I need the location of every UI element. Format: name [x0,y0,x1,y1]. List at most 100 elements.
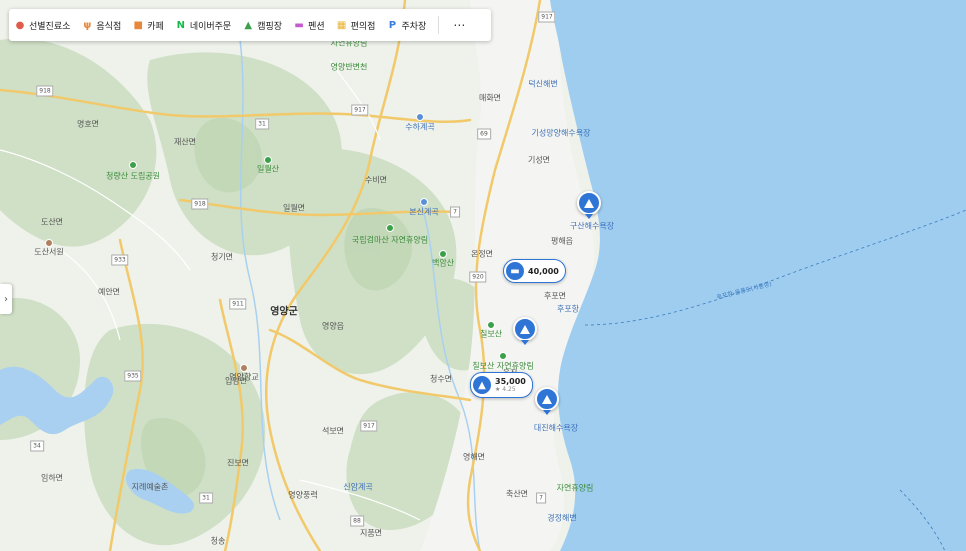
place-label: 임하면 [40,473,64,483]
category-screening-clinic[interactable]: ● 선별진료소 [9,9,76,41]
mountain-dot [487,321,495,329]
category-parking[interactable]: P 주차장 [381,9,432,41]
place-label: 후포면 [543,291,567,301]
poi-label: 지례예술촌 [131,482,169,492]
category-label: 네이버주문 [189,21,232,32]
route-number-7b: 7 [450,206,460,218]
place-label: 영해면 [462,452,486,462]
county-label: 영양군 [270,306,298,318]
landmark-dot [240,364,248,372]
chevron-right-icon: › [4,293,8,305]
place-label: 영양읍 [321,321,345,331]
place-label: 청송 [210,536,226,546]
poi-label: 본신계곡 [409,207,439,217]
poi-label: 일월산 [256,164,280,174]
place-label: 재산면 [173,137,197,147]
price-value: 35,000 [495,377,526,386]
place-label: 평해읍 [550,236,574,246]
forest-dot [499,352,507,360]
toolbar-divider [438,16,440,34]
place-label: 명호면 [76,119,100,129]
valley-dot [416,113,424,121]
category-cafe[interactable]: ■ 카페 [127,9,170,41]
place-label: 도산서원 [34,247,64,257]
forest-dot [386,224,394,232]
tent-icon [542,394,552,404]
place-label: 기성면 [527,155,551,165]
poi-label: 칠보산 자연휴양림 [472,361,534,371]
route-number-7: 7 [536,492,546,504]
poi-label: 경정해변 [547,513,577,523]
mountain-dot [264,156,272,164]
category-toolbar: ● 선별진료소 ψ 음식점 ■ 카페 N 네이버주문 ▲ 캠핑장 ▬ 펜션 ▦ … [9,9,491,41]
place-label: 온정면 [470,249,494,259]
park-dot [129,161,137,169]
panel-toggle-button[interactable]: › [0,284,12,314]
naver-n-icon: N [176,19,185,31]
poi-label: 후포항 [556,304,580,314]
category-label: 음식점 [96,21,122,32]
route-number-31: 31 [255,118,269,130]
place-label: 영양향교 [229,372,259,382]
poi-label: 영양반변천 [330,62,368,72]
camping-marker[interactable] [535,387,559,411]
landmark-dot [45,239,53,247]
route-number-917: 917 [538,11,556,23]
more-categories-button[interactable]: ⋯ [443,18,476,32]
category-label: 펜션 [308,21,325,32]
poi-label: 백암산 [431,258,455,268]
cup-icon: ■ [133,19,143,31]
category-restaurant[interactable]: ψ 음식점 [76,9,127,41]
route-number-918b: 918 [191,198,209,210]
poi-label: 덕신해변 [528,79,558,89]
poi-label: 기성망양해수욕장 [531,128,591,138]
camping-marker[interactable] [513,317,537,341]
sea-area [550,0,966,551]
category-label: 캠핑장 [257,21,283,32]
route-number-917c: 917 [360,420,378,432]
place-label: 매화면 [478,93,502,103]
poi-label: 수하계곡 [405,122,435,132]
poi-label: 국립검마산 자연휴양림 [351,235,429,245]
place-label: 청수면 [429,374,453,384]
route-number-911: 911 [229,298,247,310]
place-label: 진보면 [226,458,250,468]
mountain-dot [439,250,447,258]
category-convenience-store[interactable]: ▦ 편의점 [331,9,382,41]
place-label: 석보면 [321,426,345,436]
category-label: 주차장 [401,21,427,32]
route-number-34: 34 [30,440,44,452]
tent-icon: ▲ [473,376,491,394]
pin-icon: ● [15,19,25,31]
bed-icon: ▬ [294,19,304,31]
category-pension[interactable]: ▬ 펜션 [288,9,331,41]
category-naver-order[interactable]: N 네이버주문 [170,9,237,41]
route-number-917b: 917 [351,104,369,116]
tent-icon [584,198,594,208]
category-label: 선별진료소 [29,21,71,32]
pension-price-marker[interactable]: ▬ 40,000 [503,259,566,283]
route-number-69: 69 [477,128,491,140]
poi-label: 대진해수욕장 [533,423,579,433]
place-label: 일월면 [282,203,306,213]
rating-value: ★ 4.25 [495,386,516,393]
route-number-918: 918 [36,85,54,97]
store-icon: ▦ [336,19,347,31]
place-label: 예안면 [97,287,121,297]
bed-icon: ▬ [506,262,524,280]
route-number-935: 935 [124,370,142,382]
tent-icon [520,324,530,334]
route-number-933: 933 [111,254,129,266]
poi-label: 자연휴양림 [556,483,594,493]
valley-dot [420,198,428,206]
category-label: 편의점 [350,21,376,32]
place-label: 축산면 [505,489,529,499]
category-camping[interactable]: ▲ 캠핑장 [237,9,288,41]
route-number-920: 920 [469,271,487,283]
fork-knife-icon: ψ [83,19,92,31]
camping-price-marker[interactable]: ▲ 35,000 ★ 4.25 [470,372,533,398]
route-number-31b: 31 [199,492,213,504]
price-block: 35,000 ★ 4.25 [495,377,526,393]
camping-marker[interactable] [577,191,601,215]
poi-label: 칠보산 [479,329,503,339]
